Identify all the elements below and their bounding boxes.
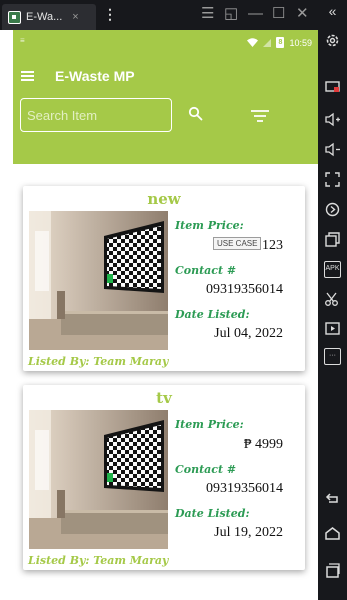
item-image [29, 211, 168, 350]
item-date: Jul 04, 2022 [214, 326, 283, 341]
app-title: E-Waste MP [55, 68, 135, 84]
contact-label: Contact # [175, 463, 237, 476]
item-card[interactable]: new Item Price: ₱ 123 Contact # 09319356… [23, 186, 305, 371]
contact-label: Contact # [175, 264, 237, 277]
home-icon[interactable] [324, 525, 341, 542]
search-input[interactable] [21, 99, 171, 131]
volume-up-icon[interactable] [324, 111, 341, 128]
screen-fit-icon[interactable] [324, 171, 341, 188]
collapse-icon[interactable]: « [324, 3, 341, 20]
settings-icon[interactable] [324, 32, 341, 49]
emulator-toolbar: « APK ··· [318, 0, 347, 600]
item-card[interactable]: tv Item Price: ₱ 4999 Contact # 09319356… [23, 385, 305, 570]
rotate-icon[interactable] [324, 201, 341, 218]
more-icon[interactable]: ··· [324, 348, 341, 365]
tab-close-icon[interactable]: × [72, 11, 78, 23]
use-case-tooltip: USE CASE [213, 237, 262, 250]
date-label: Date Listed: [175, 507, 250, 520]
hamburger-menu-icon[interactable] [21, 71, 34, 81]
menu-icon[interactable]: ☰ [201, 4, 214, 24]
back-icon[interactable] [324, 490, 341, 507]
signal-icon [263, 38, 272, 47]
item-contact: 09319356014 [206, 282, 283, 297]
listed-by: Listed By: Team Maray [28, 554, 169, 567]
emulator-title-bar: E-Wa... × ⋮ ☰ ◱ — ☐ ✕ [0, 0, 318, 30]
battery-icon: 8 [276, 37, 285, 48]
date-label: Date Listed: [175, 308, 250, 321]
tab-menu-icon[interactable]: ⋮ [103, 6, 117, 23]
app-bar: E-Waste MP [13, 56, 318, 164]
multi-window-icon[interactable] [324, 231, 341, 248]
status-icons: 8 10:59 [247, 37, 312, 48]
volume-down-icon[interactable] [324, 141, 341, 158]
record-icon[interactable] [324, 320, 341, 337]
item-name: new [147, 190, 181, 208]
item-name: tv [156, 389, 172, 407]
notification-icon: ≡ [20, 36, 25, 45]
emulator-tab[interactable]: E-Wa... × [2, 4, 96, 30]
minimize-icon[interactable]: — [248, 4, 263, 24]
price-label: Item Price: [175, 219, 244, 232]
price-label: Item Price: [175, 418, 244, 431]
window-close-icon[interactable]: ✕ [296, 4, 309, 24]
wifi-icon [247, 38, 259, 47]
status-bar: ≡ 8 10:59 [13, 30, 318, 56]
search-box[interactable] [20, 98, 172, 132]
screenshot-icon[interactable] [324, 291, 341, 308]
keyboard-icon[interactable] [324, 78, 341, 95]
listed-by: Listed By: Team Maray [28, 355, 169, 368]
clock: 10:59 [289, 37, 312, 48]
search-icon[interactable] [188, 106, 203, 121]
item-date: Jul 19, 2022 [214, 525, 283, 540]
item-price: ₱ 4999 [243, 437, 283, 452]
item-contact: 09319356014 [206, 481, 283, 496]
tab-title: E-Wa... [26, 11, 63, 23]
item-image [29, 410, 168, 549]
sort-filter-icon[interactable] [251, 110, 269, 122]
restore-icon[interactable]: ◱ [224, 4, 238, 24]
recent-apps-icon[interactable] [324, 562, 341, 579]
app-icon [8, 10, 21, 24]
install-apk-icon[interactable]: APK [324, 261, 341, 278]
maximize-icon[interactable]: ☐ [272, 4, 285, 24]
android-screen: ≡ 8 10:59 E-Waste MP new [13, 30, 318, 600]
